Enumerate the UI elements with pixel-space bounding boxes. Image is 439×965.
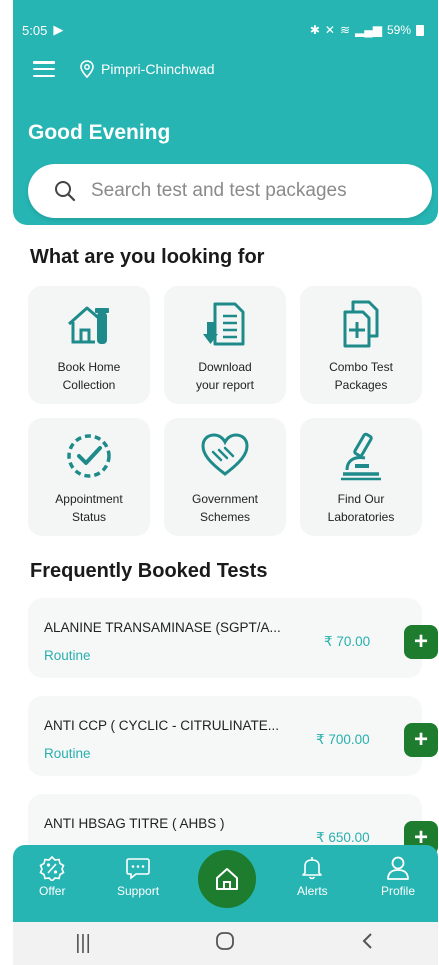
home-icon [216,868,238,890]
nav-offer[interactable]: Offer [39,855,65,898]
bottom-nav: Offer Support Alerts Profile [13,845,438,922]
battery-icon [416,24,424,36]
test-type: Routine [44,746,91,761]
test-type: Routine [44,648,91,663]
tile-book-home-collection[interactable]: Book Home Collection [28,286,150,404]
nav-alerts[interactable]: Alerts [297,855,328,898]
tile-label: Find Our Laboratories [327,492,395,524]
system-home-icon[interactable] [215,931,235,957]
tile-combo-test-packages[interactable]: Combo Test Packages [300,286,422,404]
appointment-status-icon [67,434,111,478]
nav-support[interactable]: Support [117,855,159,898]
home-button[interactable] [195,847,259,911]
test-card[interactable]: ANTI CCP ( CYCLIC - CITRULINATE... Routi… [28,696,438,776]
recent-apps-icon[interactable]: ||| [75,932,91,955]
offer-icon [39,855,65,881]
nav-profile[interactable]: Profile [381,855,415,898]
bell-icon [302,857,323,880]
handshake-icon [201,433,249,476]
location-label: Pimpri-Chinchwad [101,61,215,77]
tile-government-schemes[interactable]: Government Schemes [164,418,286,536]
nav-label: Support [117,884,160,898]
nav-label: Profile [381,884,416,898]
search-input[interactable]: Search test and test packages [28,164,432,218]
tile-label: Government Schemes [191,492,259,524]
tile-label: Combo Test Packages [329,360,393,392]
support-chat-icon [126,858,150,880]
search-icon [55,181,76,202]
status-time: 5:05 [22,22,48,38]
frequent-tests-title: Frequently Booked Tests [30,560,268,582]
add-test-button[interactable]: + [404,723,438,757]
tile-download-report[interactable]: Download your report [164,286,286,404]
tile-find-laboratories[interactable]: Find Our Laboratories [300,418,422,536]
location-selector[interactable]: Pimpri-Chinchwad [79,60,215,78]
wifi-icon: ≋ [339,23,350,37]
mute-icon: ✕ [324,23,335,37]
test-price: ₹ 650.00 [316,830,370,845]
nav-label: Alerts [297,884,328,898]
search-placeholder: Search test and test packages [91,180,347,201]
menu-icon[interactable] [33,61,55,77]
tile-label: Appointment Status [55,492,123,524]
greeting: Good Evening [28,121,171,144]
test-name: ALANINE TRANSAMINASE (SGPT/A... [44,620,281,635]
bluetooth-icon: ✱ [309,23,320,37]
download-report-icon [203,302,245,346]
test-name: ANTI CCP ( CYCLIC - CITRULINATE... [44,718,280,733]
location-pin-icon [80,60,94,78]
combo-packages-icon [343,300,379,348]
signal-icon: ▂▄▆ [355,23,382,37]
system-nav-bar: ||| [13,922,438,965]
add-test-button[interactable]: + [404,625,438,659]
test-price: ₹ 700.00 [316,732,370,747]
looking-for-title: What are you looking for [30,246,265,268]
play-icon: ▶ [53,22,64,37]
nav-label: Offer [39,884,66,898]
profile-icon [387,856,409,880]
test-card[interactable]: ALANINE TRANSAMINASE (SGPT/A... Routine … [28,598,438,678]
test-price: ₹ 70.00 [324,634,371,649]
status-bar: 5:05 ▶ ✱ ✕ ≋ ▂▄▆ 59% [14,20,424,40]
back-icon[interactable] [360,931,376,957]
home-collection-icon [68,306,109,344]
tile-label: Book Home Collection [57,360,121,392]
tile-label: Download your report [195,360,255,392]
tile-appointment-status[interactable]: Appointment Status [28,418,150,536]
test-name: ANTI HBSAG TITRE ( AHBS ) [44,816,225,831]
battery-percent: 59% [386,23,411,37]
microscope-icon [341,432,381,481]
